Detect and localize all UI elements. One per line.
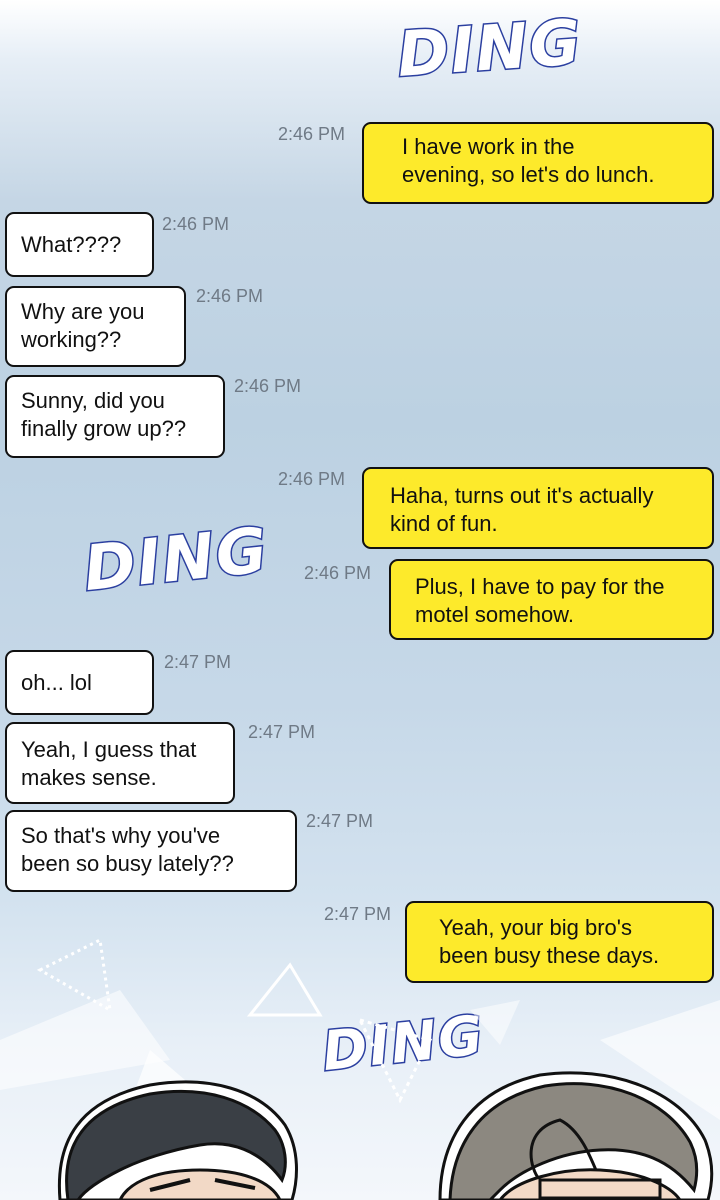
message-timestamp: 2:47 PM <box>248 722 316 742</box>
incoming-message-bubble: Sunny, did you finally grow up?? <box>5 375 225 458</box>
message-timestamp: 2:46 PM <box>234 376 302 396</box>
outgoing-message-bubble: Haha, turns out it's actually kind of fu… <box>362 467 714 549</box>
message-timestamp: 2:46 PM <box>162 214 230 234</box>
message-timestamp: 2:46 PM <box>196 286 264 306</box>
message-timestamp: 2:47 PM <box>324 904 392 924</box>
message-timestamp: 2:46 PM <box>278 124 346 144</box>
incoming-message-bubble: So that's why you've been so busy lately… <box>5 810 297 892</box>
message-timestamp: 2:46 PM <box>304 563 372 583</box>
outgoing-message-bubble: Plus, I have to pay for the motel someho… <box>389 559 714 640</box>
message-timestamp: 2:46 PM <box>278 469 346 489</box>
incoming-message-bubble: oh... lol <box>5 650 154 715</box>
incoming-message-bubble: What???? <box>5 212 154 277</box>
outgoing-message-bubble: I have work in the evening, so let's do … <box>362 122 714 204</box>
incoming-message-bubble: Yeah, I guess that makes sense. <box>5 722 235 804</box>
message-timestamp: 2:47 PM <box>164 652 232 672</box>
incoming-message-bubble: Why are you working?? <box>5 286 186 367</box>
character-illustration <box>57 1071 714 1200</box>
sfx-ding-top: DING <box>393 4 586 93</box>
sfx-ding-middle: DING <box>79 512 274 607</box>
message-timestamp: 2:47 PM <box>306 811 374 831</box>
